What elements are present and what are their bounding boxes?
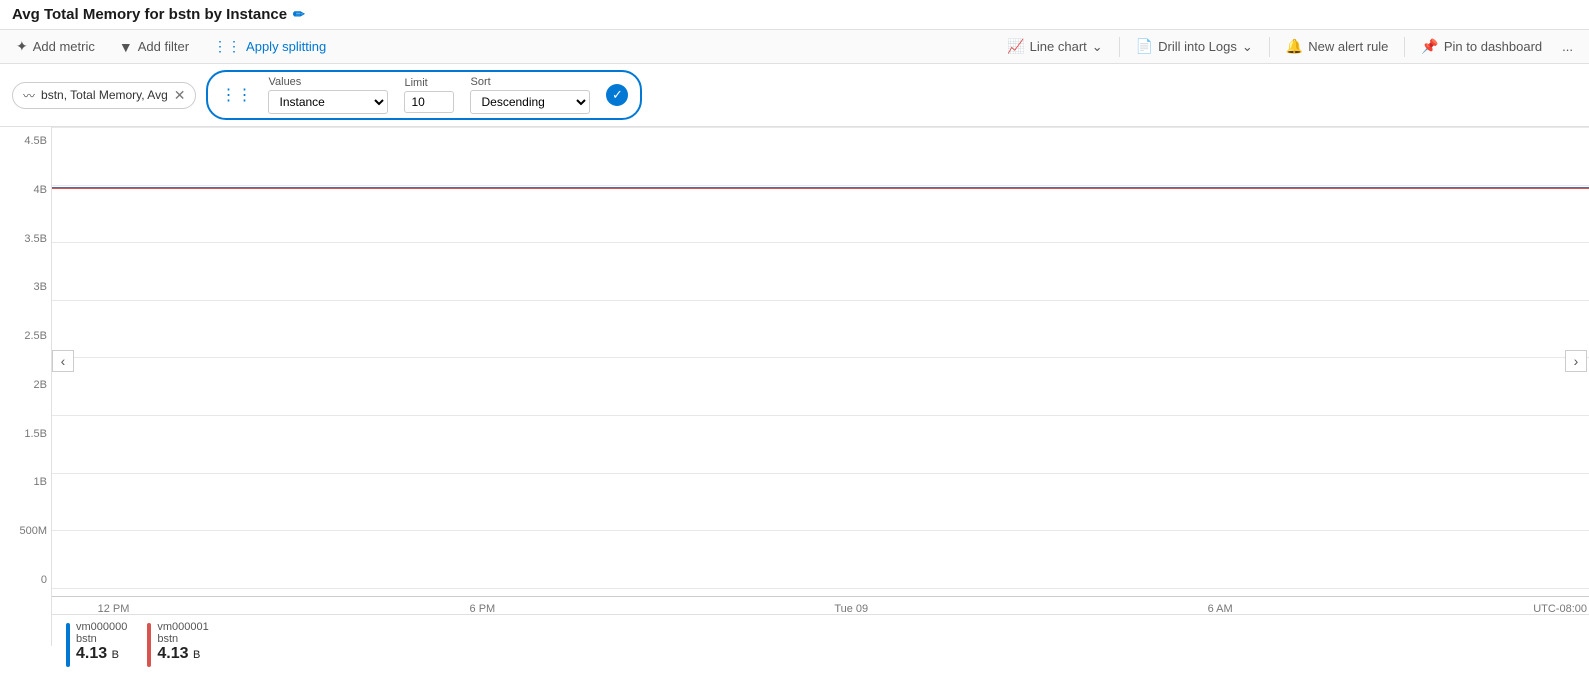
legend-color-bar-0 (66, 623, 70, 667)
apply-splitting-button[interactable]: ⋮⋮ Apply splitting (209, 36, 330, 57)
y-axis: 4.5B 4B 3.5B 3B 2.5B 2B 1.5B 1B 500M 0 (0, 127, 52, 646)
logs-chevron: ⌄ (1242, 39, 1253, 55)
line-chart-chevron: ⌄ (1092, 39, 1103, 55)
toolbar-left: ✦ Add metric ▼ Add filter ⋮⋮ Apply split… (12, 36, 987, 57)
grid-line-8 (52, 530, 1589, 531)
header-bar: Avg Total Memory for bstn by Instance ✏ (0, 0, 1589, 30)
legend-text-group-1: vm000001 bstn 4.13 B (157, 621, 208, 663)
legend-group-1: bstn (157, 633, 208, 645)
y-label-500m: 500M (4, 525, 47, 537)
remove-metric-button[interactable]: ✕ (174, 87, 186, 104)
y-label-4b: 4B (4, 184, 47, 196)
legend-item-1: vm000001 bstn 4.13 B (147, 621, 208, 667)
toolbar-separator3 (1404, 37, 1405, 57)
logs-icon: 📄 (1136, 38, 1153, 55)
sort-select[interactable]: Descending Ascending (470, 90, 590, 114)
chart-main: 12 PM 6 PM Tue 09 6 AM UTC-08:00 (52, 127, 1589, 646)
metric-label-text: bstn, Total Memory, Avg (41, 88, 168, 102)
grid-line-5 (52, 357, 1589, 358)
sort-label: Sort (470, 76, 590, 88)
metric-icon: 〰 (23, 87, 35, 104)
legend-color-bar-1 (147, 623, 151, 667)
legend-text-group-0: vm000000 bstn 4.13 B (76, 621, 127, 663)
chart-wrapper: ‹ 4.5B 4B 3.5B 3B 2.5B 2B 1.5B 1B 500M 0 (0, 127, 1589, 646)
y-label-35b: 3.5B (4, 233, 47, 245)
grid-line-2 (52, 185, 1589, 186)
edit-icon[interactable]: ✏ (293, 6, 305, 23)
title-text: Avg Total Memory for bstn by Instance (12, 6, 287, 23)
limit-label: Limit (404, 77, 454, 89)
legend-area: vm000000 bstn 4.13 B vm000001 bstn 4.13 … (52, 614, 1589, 689)
y-label-45b: 4.5B (4, 135, 47, 147)
splitting-control: ⋮⋮ Values Instance Limit Sort Descending… (206, 70, 642, 120)
filter-icon: ▼ (119, 39, 133, 55)
line-chart-button[interactable]: 📈 Line chart ⌄ (1003, 36, 1106, 57)
legend-item-0: vm000000 bstn 4.13 B (66, 621, 127, 667)
add-metric-icon: ✦ (16, 38, 28, 55)
add-metric-button[interactable]: ✦ Add metric (12, 36, 99, 57)
line-chart-icon: 📈 (1007, 38, 1024, 55)
grid-line-7 (52, 473, 1589, 474)
page-title: Avg Total Memory for bstn by Instance ✏ (12, 6, 305, 23)
grid-line-1 (52, 127, 1589, 128)
legend-name-1: vm000001 (157, 621, 208, 633)
alert-icon: 🔔 (1286, 38, 1303, 55)
grid-line-4 (52, 300, 1589, 301)
values-field: Values Instance (268, 76, 388, 114)
limit-field: Limit (404, 77, 454, 113)
nav-left-icon: ‹ (61, 353, 66, 369)
y-label-0: 0 (4, 574, 47, 586)
toolbar-right: 📈 Line chart ⌄ 📄 Drill into Logs ⌄ 🔔 New… (1003, 36, 1577, 57)
sort-field: Sort Descending Ascending (470, 76, 590, 114)
new-alert-rule-button[interactable]: 🔔 New alert rule (1282, 36, 1393, 57)
values-label: Values (268, 76, 388, 88)
y-label-2b: 2B (4, 379, 47, 391)
y-label-25b: 2.5B (4, 330, 47, 342)
confirm-splitting-button[interactable]: ✓ (606, 84, 628, 106)
split-icon: ⋮⋮ (213, 38, 241, 55)
splitting-section: 〰 bstn, Total Memory, Avg ✕ ⋮⋮ Values In… (0, 64, 1589, 127)
nav-right-button[interactable]: › (1565, 350, 1587, 372)
grid-line-6 (52, 415, 1589, 416)
page-container: Avg Total Memory for bstn by Instance ✏ … (0, 0, 1589, 689)
legend-group-0: bstn (76, 633, 127, 645)
splitting-icon: ⋮⋮ (220, 85, 252, 105)
values-select[interactable]: Instance (268, 90, 388, 114)
toolbar-separator (1119, 37, 1120, 57)
limit-input[interactable] (404, 91, 454, 113)
more-options-button[interactable]: ... (1558, 37, 1577, 56)
metric-pill: 〰 bstn, Total Memory, Avg ✕ (12, 82, 196, 109)
toolbar: ✦ Add metric ▼ Add filter ⋮⋮ Apply split… (0, 30, 1589, 64)
drill-into-logs-button[interactable]: 📄 Drill into Logs ⌄ (1132, 36, 1257, 57)
add-filter-button[interactable]: ▼ Add filter (115, 37, 193, 57)
legend-value-1: 4.13 B (157, 645, 208, 663)
y-label-15b: 1.5B (4, 428, 47, 440)
grid-line-9 (52, 588, 1589, 589)
toolbar-separator2 (1269, 37, 1270, 57)
y-label-1b: 1B (4, 476, 47, 488)
nav-right-icon: › (1574, 353, 1579, 369)
y-label-3b: 3B (4, 281, 47, 293)
grid-line-3 (52, 242, 1589, 243)
data-line-blue (52, 187, 1589, 189)
legend-value-0: 4.13 B (76, 645, 127, 663)
legend-name-0: vm000000 (76, 621, 127, 633)
pin-icon: 📌 (1421, 38, 1438, 55)
nav-left-button[interactable]: ‹ (52, 350, 74, 372)
pin-to-dashboard-button[interactable]: 📌 Pin to dashboard (1417, 36, 1546, 57)
